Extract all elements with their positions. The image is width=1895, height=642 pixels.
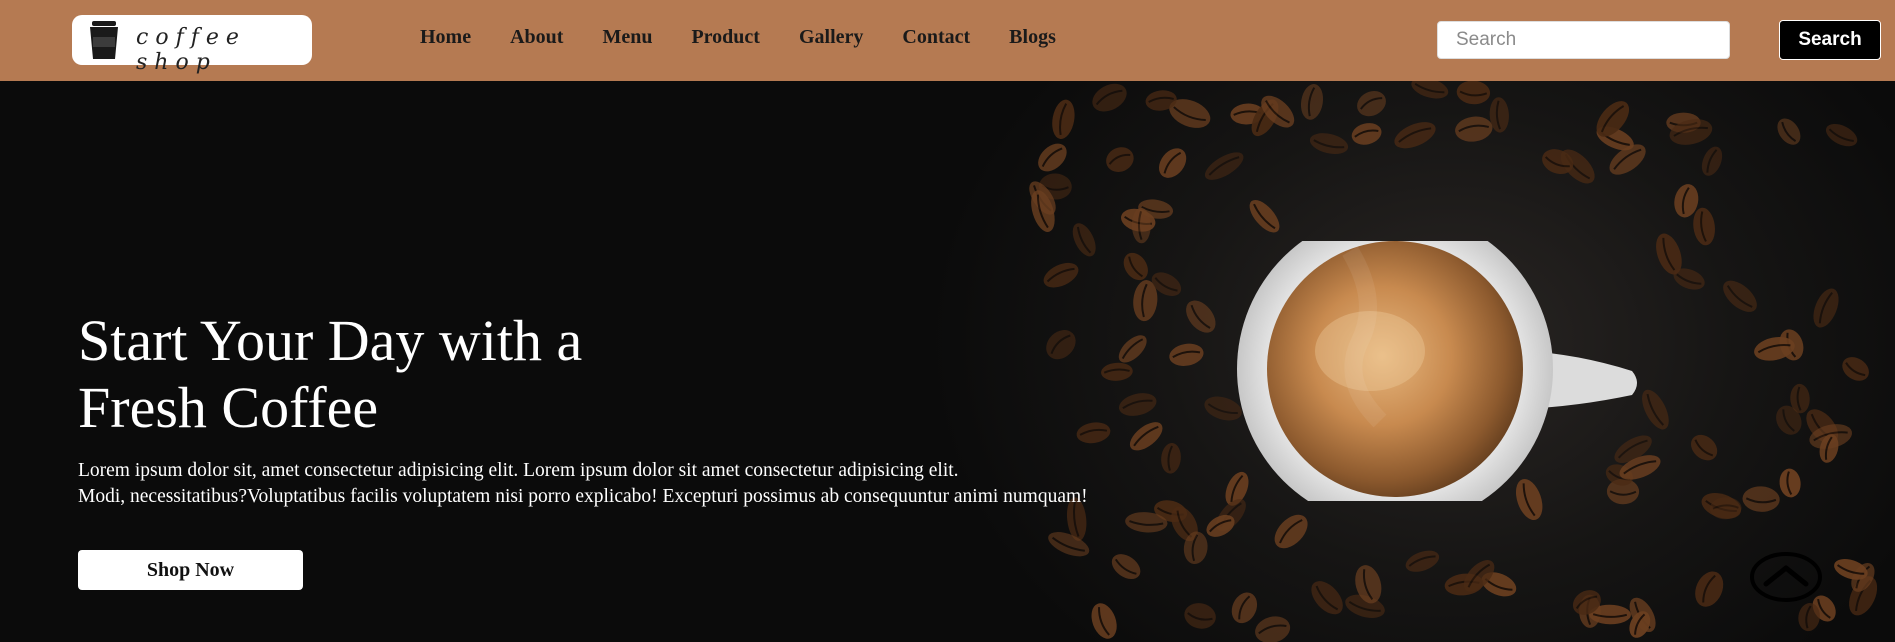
- hero-description-line1: Lorem ipsum dolor sit, amet consectetur …: [78, 460, 959, 481]
- hero-title-line1: Start Your Day with a: [78, 308, 583, 373]
- hero-title-line2: Fresh Coffee: [78, 375, 379, 440]
- nav-contact[interactable]: Contact: [902, 26, 970, 49]
- scroll-to-top-button[interactable]: [1749, 551, 1823, 603]
- main-nav: Home About Menu Product Gallery Contact …: [420, 26, 1095, 49]
- nav-blogs[interactable]: Blogs: [1009, 26, 1056, 49]
- nav-gallery[interactable]: Gallery: [799, 26, 863, 49]
- hero-description: Lorem ipsum dolor sit, amet consectetur …: [78, 458, 1088, 510]
- chevron-up-icon: [1763, 565, 1809, 587]
- search-input[interactable]: [1437, 21, 1730, 59]
- hero-title: Start Your Day with a Fresh Coffee: [78, 307, 878, 441]
- nav-about[interactable]: About: [510, 26, 563, 49]
- hero-description-line2: Modi, necessitatibus?Voluptatibus facili…: [78, 486, 1088, 507]
- logo[interactable]: coffee shop: [72, 15, 312, 75]
- coffee-cup-image: [1237, 241, 1637, 501]
- shop-now-button[interactable]: Shop Now: [78, 550, 303, 590]
- logo-text: coffee shop: [136, 25, 246, 75]
- site-header: coffee shop Home About Menu Product Gall…: [0, 0, 1895, 81]
- search-button[interactable]: Search: [1779, 20, 1881, 60]
- nav-product[interactable]: Product: [691, 26, 760, 49]
- nav-home[interactable]: Home: [420, 26, 471, 49]
- coffee-cup-icon: [90, 21, 118, 59]
- nav-menu[interactable]: Menu: [602, 26, 652, 49]
